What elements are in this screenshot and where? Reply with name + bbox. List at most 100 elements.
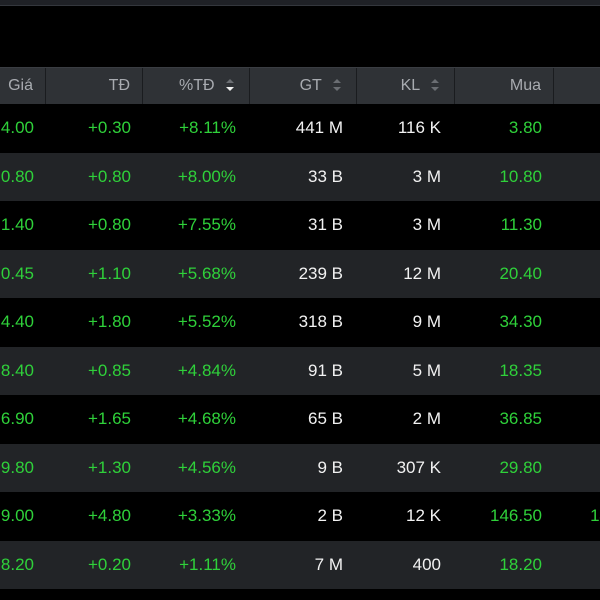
stock-board: Giá TĐ %TĐ GT KL Mua 4.00 +0.30 +8.11% 4… [0,0,600,600]
table-row[interactable]: 8.40 +0.85 +4.84% 91 B 5 M 18.35 1 [0,346,600,395]
col-value-header[interactable]: GT [250,68,357,104]
cell-volume: 3 M [412,215,441,234]
cell-next: 3 [554,298,600,346]
cell-buy: 36.85 [499,409,542,428]
table-row[interactable]: 4.40 +1.80 +5.52% 318 B 9 M 34.30 3 [0,298,600,347]
cell-next: 2 [554,250,600,298]
cell-value: 31 B [308,215,343,234]
cell-volume: 12 K [406,506,441,525]
cell-change-pct: +3.33% [177,506,236,525]
col-value-label: GT [299,77,322,94]
cell-buy: 11.30 [500,215,542,234]
cell-price: 0.80 [0,166,34,186]
table-row[interactable]: 8.20 +0.20 +1.11% 7 M 400 18.20 1 [0,540,600,589]
col-buy-label: Mua [509,77,541,94]
cell-price: 9.80 [0,457,34,477]
cell-value: 239 B [298,263,343,283]
cell-volume: 12 M [403,263,441,283]
cell-volume: 5 M [412,360,441,380]
sort-desc-icon[interactable] [225,77,235,93]
cell-price: 9.00 [0,506,34,525]
cell-change: +0.80 [87,166,131,186]
cell-price: 4.00 [0,118,34,137]
top-toolbar-edge [0,0,600,6]
cell-value: 7 M [314,554,343,574]
cell-change: +4.80 [87,506,131,525]
col-buy-header[interactable]: Mua [455,68,554,104]
cell-price: 8.20 [0,554,34,574]
cell-value: 441 M [295,118,343,137]
table-row[interactable]: 9.80 +1.30 +4.56% 9 B 307 K 29.80 2 [0,443,600,492]
cell-value: 9 B [317,457,343,477]
cell-change-pct: +4.68% [177,409,236,428]
table-body: 4.00 +0.30 +8.11% 441 M 116 K 3.80 0.80 +0.80 +8… [0,104,600,589]
cell-change-pct: +8.00% [177,166,236,186]
cell-buy: 10.80 [499,166,542,186]
cell-buy: 146.50 [490,506,542,525]
sort-neutral-icon[interactable] [332,77,342,93]
cell-change: +1.10 [87,263,131,283]
table-row[interactable]: 4.00 +0.30 +8.11% 441 M 116 K 3.80 [0,104,600,153]
cell-volume: 116 K [397,118,441,137]
col-volume-header[interactable]: KL [357,68,455,104]
cell-value: 2 B [317,506,343,525]
cell-volume: 9 M [412,312,441,331]
cell-next: 14 [590,506,600,525]
cell-buy: 3.80 [508,118,542,137]
cell-next [554,104,600,152]
cell-change-pct: +8.11% [179,118,236,137]
col-change-label: TĐ [108,77,130,94]
cell-change: +0.80 [87,215,131,234]
cell-next: 2 [554,444,600,492]
cell-change: +1.80 [87,312,131,331]
cell-value: 33 B [308,166,343,186]
col-change-pct-label: %TĐ [178,77,215,94]
cell-next: 1 [554,347,600,395]
cell-next: 1 [554,153,600,201]
cell-change: +0.30 [87,118,131,137]
table-row[interactable]: 0.80 +0.80 +8.00% 33 B 3 M 10.80 1 [0,152,600,201]
cell-change-pct: +4.56% [177,457,236,477]
col-price-header[interactable]: Giá [0,68,46,104]
col-volume-label: KL [400,77,420,94]
table-row[interactable]: 9.00 +4.80 +3.33% 2 B 12 K 146.50 14 [0,492,600,541]
cell-value: 318 B [298,312,343,331]
cell-next: 1 [554,201,600,249]
cell-buy: 18.20 [499,554,542,574]
cell-change: +1.65 [87,409,131,428]
cell-volume: 2 M [412,409,441,428]
table-row[interactable]: 6.90 +1.65 +4.68% 65 B 2 M 36.85 3 [0,395,600,444]
cell-buy: 29.80 [499,457,542,477]
cell-change-pct: +5.52% [177,312,236,331]
table-row[interactable]: 0.45 +1.10 +5.68% 239 B 12 M 20.40 2 [0,249,600,298]
cell-change-pct: +7.55% [177,215,236,234]
col-next-header[interactable] [554,68,600,104]
cell-next: 3 [554,395,600,443]
col-price-label: Giá [8,77,33,94]
cell-change: +0.85 [87,360,131,380]
cell-volume: 400 [412,554,441,574]
cell-change: +0.20 [87,554,131,574]
cell-volume: 307 K [396,457,441,477]
cell-change-pct: +4.84% [177,360,236,380]
cell-volume: 3 M [412,166,441,186]
table-header: Giá TĐ %TĐ GT KL Mua [0,67,600,104]
price-table: Giá TĐ %TĐ GT KL Mua 4.00 +0.30 +8.11% 4… [0,67,600,589]
col-change-pct-header[interactable]: %TĐ [143,68,250,104]
cell-price: 6.90 [0,409,34,428]
cell-value: 65 B [308,409,343,428]
cell-change-pct: +1.11% [179,554,236,574]
cell-price: 8.40 [0,360,34,380]
cell-price: 0.45 [0,263,34,283]
col-change-header[interactable]: TĐ [46,68,143,104]
cell-change-pct: +5.68% [177,263,236,283]
cell-buy: 34.30 [499,312,542,331]
cell-price: 1.40 [0,215,34,234]
cell-buy: 20.40 [499,263,542,283]
cell-change: +1.30 [87,457,131,477]
sort-neutral-icon[interactable] [430,77,440,93]
cell-buy: 18.35 [499,360,542,380]
cell-price: 4.40 [0,312,34,331]
cell-value: 91 B [308,360,343,380]
table-row[interactable]: 1.40 +0.80 +7.55% 31 B 3 M 11.30 1 [0,201,600,250]
